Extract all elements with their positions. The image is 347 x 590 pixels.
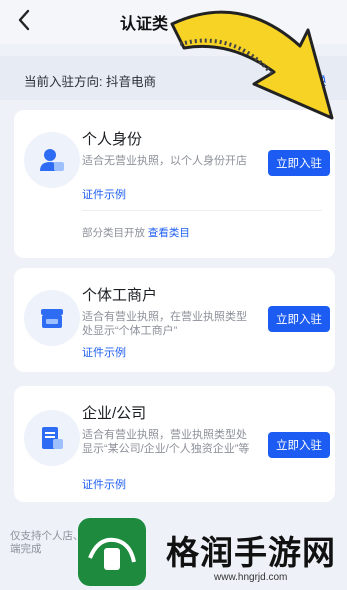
card-description: 适合有营业执照，营业执照类型处显示“某公司/企业/个人独资企业”等 <box>82 429 250 455</box>
watermark-url: www.hngrjd.com <box>214 572 288 583</box>
identity-card-individual-business: 个体工商户 适合有营业执照，在营业执照类型处显示“个体工商户” 证件示例 立即入… <box>14 268 335 372</box>
watermark: 格润手游网 www.hngrjd.com <box>78 516 347 590</box>
watermark-logo-icon <box>78 518 146 586</box>
person-id-icon <box>40 149 64 171</box>
company-document-icon <box>42 427 63 449</box>
enter-button[interactable]: 立即入驻 <box>268 432 330 458</box>
document-example-link[interactable]: 证件示例 <box>82 186 126 202</box>
card-title: 个体工商户 <box>82 287 158 304</box>
card-title: 企业/公司 <box>82 405 147 422</box>
curved-arrow-icon <box>170 10 334 120</box>
direction-label: 当前入驻方向: 抖音电商 <box>24 75 156 89</box>
company-icon-wrap <box>24 410 80 466</box>
card-description: 适合无营业执照，以个人身份开店 <box>82 155 247 167</box>
enter-button[interactable]: 立即入驻 <box>268 150 330 176</box>
document-example-link[interactable]: 证件示例 <box>82 476 126 492</box>
back-button[interactable] <box>10 6 38 34</box>
document-example-link[interactable]: 证件示例 <box>82 344 126 360</box>
enter-button[interactable]: 立即入驻 <box>268 306 330 332</box>
shop-icon-wrap <box>24 290 80 346</box>
card-description: 适合有营业执照，在营业执照类型处显示“个体工商户” <box>82 311 247 337</box>
personal-icon-wrap <box>24 132 80 188</box>
view-category-link[interactable]: 查看类目 <box>148 227 190 239</box>
card-title: 个人身份 <box>82 131 143 148</box>
partial-category-note: 部分类目开放 查看类目 <box>82 225 190 240</box>
chevron-left-icon <box>18 9 30 31</box>
identity-card-company: 企业/公司 适合有营业执照，营业执照类型处显示“某公司/企业/个人独资企业”等 … <box>14 386 335 502</box>
shop-icon <box>41 309 63 328</box>
partial-category-text: 部分类目开放 <box>82 227 145 239</box>
divider <box>82 210 322 211</box>
watermark-name: 格润手游网 <box>166 534 336 571</box>
